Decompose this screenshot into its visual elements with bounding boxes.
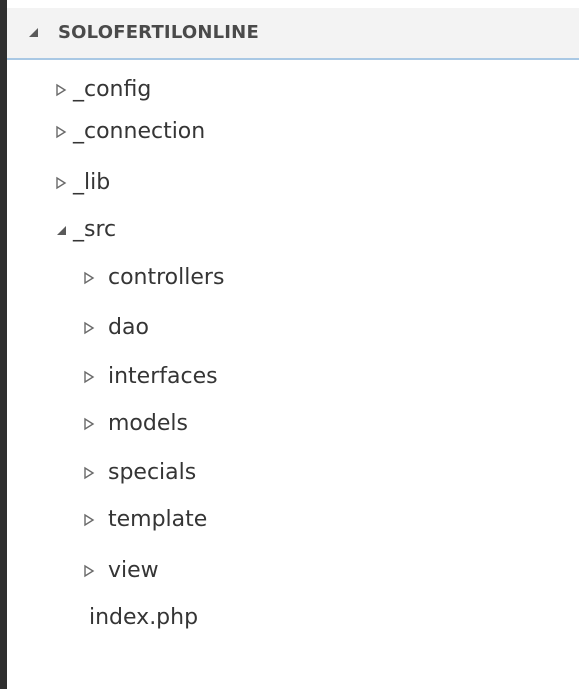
tree-item-label: view — [108, 558, 159, 583]
tree-item-interfaces-folder[interactable]: interfaces — [7, 355, 579, 399]
tree-item-label: controllers — [108, 265, 225, 290]
tree-item-lib-folder[interactable]: _lib — [7, 161, 579, 205]
expanded-triangle-icon — [29, 28, 38, 37]
tree-item-config-folder[interactable]: _config — [7, 68, 579, 112]
tree-item-controllers-folder[interactable]: controllers — [7, 256, 579, 300]
collapsed-triangle-icon[interactable] — [82, 370, 96, 384]
tree-item-specials-folder[interactable]: specials — [7, 451, 579, 495]
tree-item-src-folder[interactable]: _src — [7, 208, 579, 252]
tree-item-label: _connection — [73, 119, 206, 144]
expanded-triangle-icon[interactable] — [54, 223, 68, 237]
tree-item-label: specials — [108, 460, 197, 485]
collapsed-triangle-icon[interactable] — [82, 271, 96, 285]
tree-item-view-folder[interactable]: view — [7, 549, 579, 593]
tree-item-index-php-file[interactable]: index.php — [7, 596, 579, 640]
collapsed-triangle-icon[interactable] — [82, 466, 96, 480]
tree-item-models-folder[interactable]: models — [7, 402, 579, 446]
collapsed-triangle-icon[interactable] — [82, 417, 96, 431]
header-divider — [7, 58, 579, 60]
explorer-section-header[interactable]: SOLOFERTILONLINE — [7, 8, 579, 58]
tree-item-connection-folder[interactable]: _connection — [7, 110, 579, 154]
tree-item-label: models — [108, 411, 188, 436]
tree-item-label: index.php — [89, 605, 199, 630]
file-explorer-panel: SOLOFERTILONLINE _config _connection _li… — [7, 0, 579, 689]
tree-item-template-folder[interactable]: template — [7, 498, 579, 542]
tree-item-label: _src — [73, 217, 117, 242]
tree-item-label: _lib — [73, 170, 111, 195]
collapsed-triangle-icon[interactable] — [82, 564, 96, 578]
tree-item-label: _config — [73, 77, 152, 102]
tree-item-label: dao — [108, 315, 149, 340]
tree-item-label: interfaces — [108, 364, 218, 389]
collapsed-triangle-icon[interactable] — [82, 513, 96, 527]
section-title: SOLOFERTILONLINE — [58, 22, 259, 43]
collapsed-triangle-icon[interactable] — [54, 83, 68, 97]
collapsed-triangle-icon[interactable] — [82, 321, 96, 335]
window-left-edge — [0, 0, 7, 689]
tree-item-dao-folder[interactable]: dao — [7, 306, 579, 350]
collapsed-triangle-icon[interactable] — [54, 176, 68, 190]
collapsed-triangle-icon[interactable] — [54, 125, 68, 139]
tree-item-label: template — [108, 507, 208, 532]
